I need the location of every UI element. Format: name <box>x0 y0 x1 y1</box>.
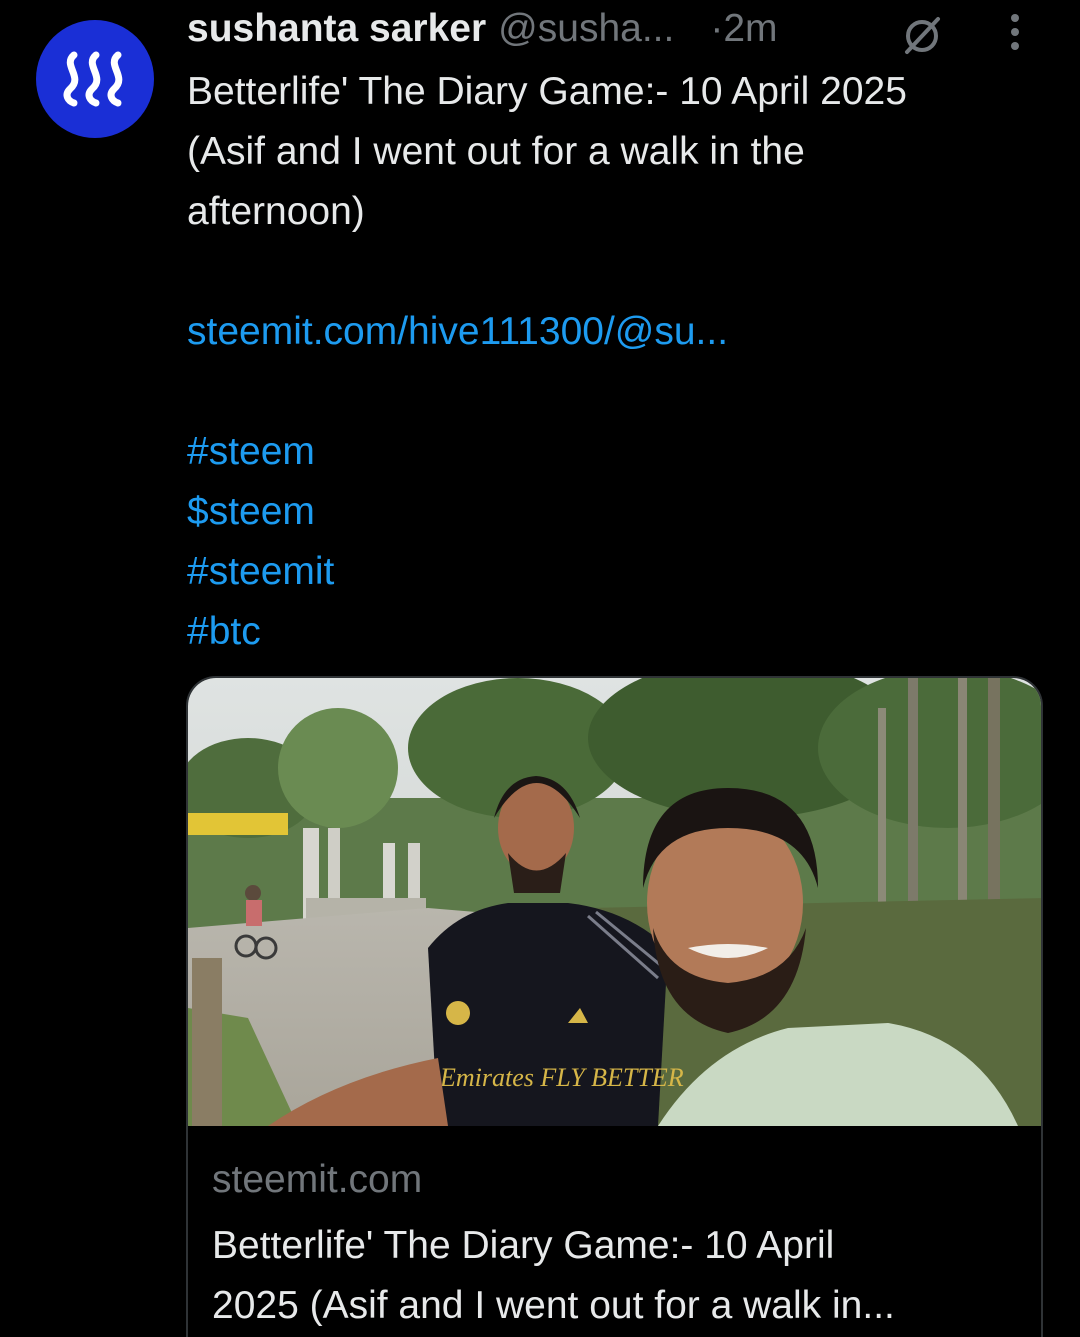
hashtag-steem[interactable]: #steem <box>187 422 1057 482</box>
card-title-line: 2025 (Asif and I went out for a walk in.… <box>212 1284 895 1327</box>
card-title: Betterlife' The Diary Game:- 10 April 20… <box>212 1216 1022 1336</box>
timestamp[interactable]: ·2m <box>710 7 777 51</box>
author-name[interactable]: sushanta sarker <box>187 7 486 51</box>
hashtag-btc[interactable]: #btc <box>187 602 1057 662</box>
card-photo[interactable]: Emirates FLY BETTER <box>188 678 1043 1126</box>
more-vertical-icon[interactable] <box>1003 10 1027 54</box>
tweet-text-line: afternoon) <box>187 190 365 233</box>
tweet-link[interactable]: steemit.com/hive111300/@su... <box>187 302 1057 362</box>
tweet-text-line: (Asif and I went out for a walk in the <box>187 130 805 173</box>
card-domain: steemit.com <box>212 1158 423 1201</box>
tweet[interactable]: sushanta sarker @susha... ·2m Betterlife… <box>0 0 1080 1337</box>
author-handle[interactable]: @susha... <box>498 7 674 51</box>
cashtag-steem[interactable]: $steem <box>187 482 1057 542</box>
hashtag-steemit[interactable]: #steemit <box>187 542 1057 602</box>
link-preview-card[interactable]: Emirates FLY BETTER steemit.com Betterli… <box>186 676 1043 1337</box>
steem-logo-icon[interactable] <box>36 20 154 138</box>
tweet-text-line: Betterlife' The Diary Game:- 10 April 20… <box>187 70 907 113</box>
jersey-print: Emirates FLY BETTER <box>439 1063 684 1092</box>
tweet-header: sushanta sarker @susha... ·2m <box>187 2 1057 56</box>
grok-icon[interactable] <box>901 14 943 56</box>
tweet-text: Betterlife' The Diary Game:- 10 April 20… <box>187 62 1057 662</box>
steem-logo-svg <box>63 51 123 107</box>
card-title-line: Betterlife' The Diary Game:- 10 April <box>212 1224 835 1267</box>
